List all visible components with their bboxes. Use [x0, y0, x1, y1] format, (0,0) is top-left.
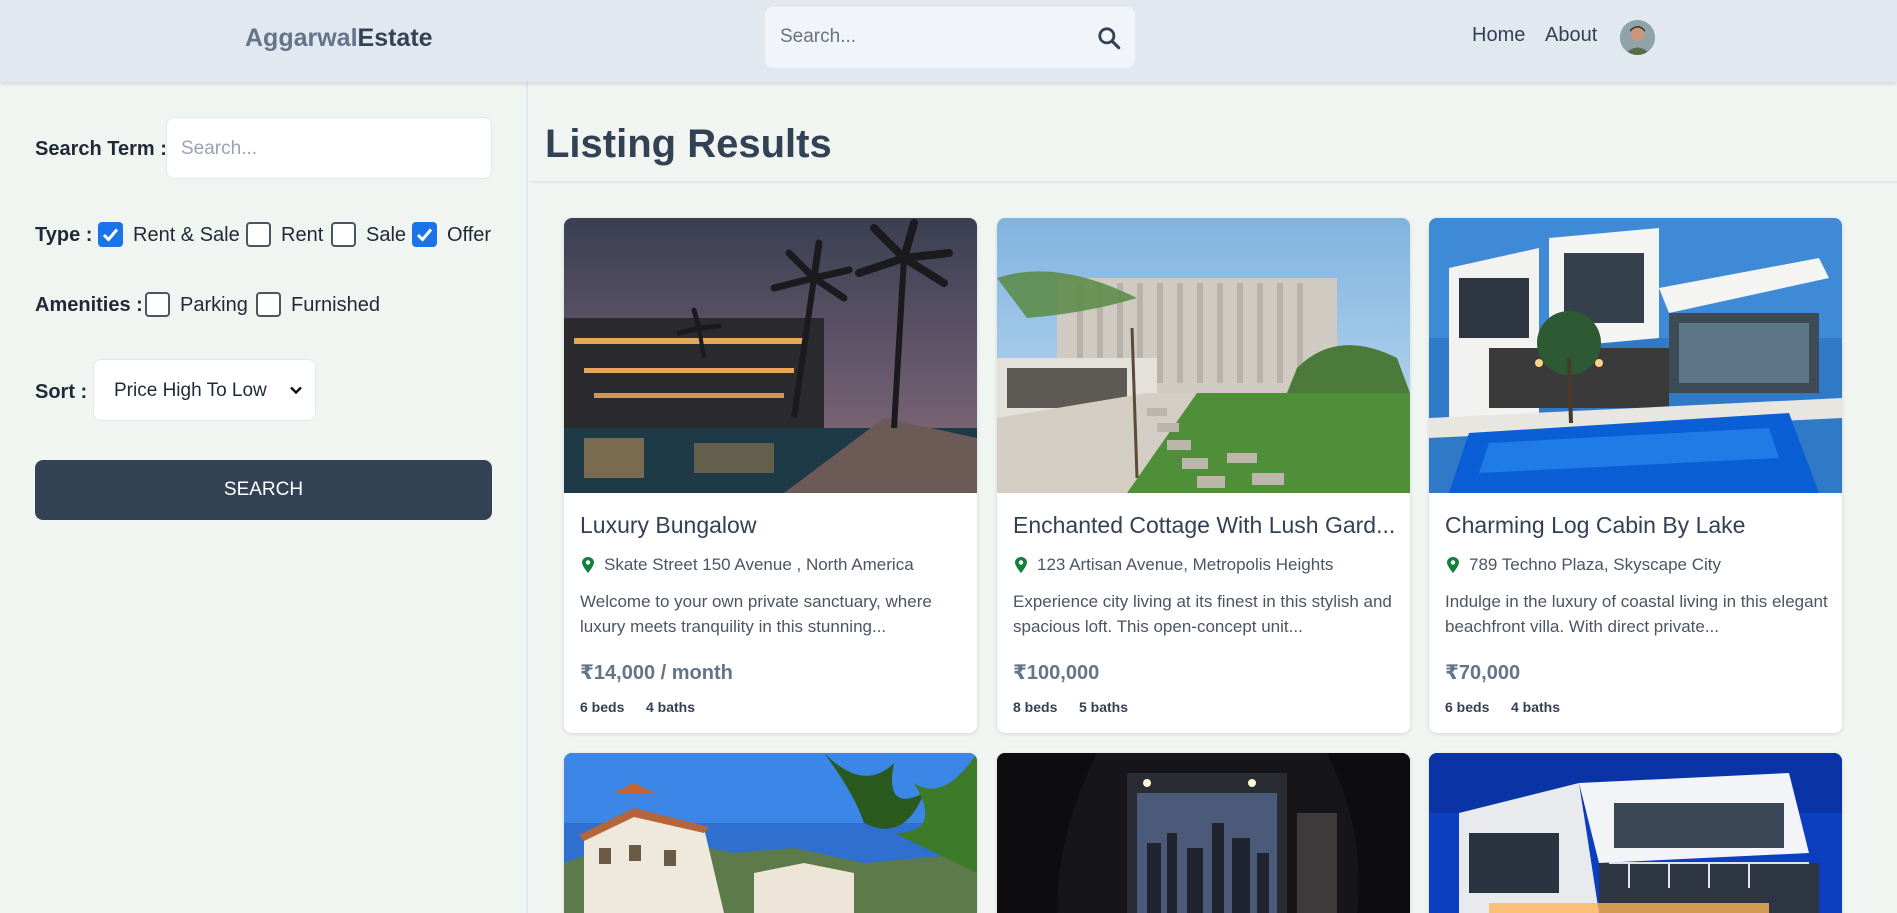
logo[interactable]: AggarwalEstate: [245, 24, 433, 53]
listing-image[interactable]: [564, 218, 977, 493]
header: AggarwalEstate Search... Home About: [0, 0, 1897, 82]
sort-select[interactable]: Price High To Low: [93, 359, 316, 421]
listing-beds: 8 beds: [1013, 699, 1058, 715]
listing-card[interactable]: [1429, 753, 1842, 913]
listing-price: ₹14,000 / month: [580, 662, 733, 684]
filter-sidebar: Search Term : Search... Type : Rent & Sa…: [0, 82, 528, 913]
location-pin-icon: [1447, 557, 1459, 573]
search-button[interactable]: SEARCH: [35, 460, 492, 520]
listing-card[interactable]: [997, 753, 1410, 913]
amenities-label: Amenities :: [35, 294, 143, 316]
offer-checkbox[interactable]: [412, 222, 437, 247]
offer-label: Offer: [447, 224, 492, 246]
type-label: Type :: [35, 224, 93, 246]
rent-and-sale-checkbox[interactable]: [98, 222, 123, 247]
logo-part1: Aggarwal: [245, 24, 358, 52]
listing-description: Welcome to your own private sanctuary, w…: [580, 592, 932, 636]
parking-checkbox[interactable]: [145, 292, 170, 317]
listing-image[interactable]: [997, 218, 1410, 493]
sale-label: Sale: [366, 224, 407, 246]
listing-beds: 6 beds: [1445, 699, 1490, 715]
listing-baths: 4 baths: [1511, 699, 1561, 715]
listing-baths: 5 baths: [1079, 699, 1129, 715]
rent-and-sale-label: Rent & Sale: [133, 224, 240, 246]
nav-about-link[interactable]: About: [1545, 24, 1597, 47]
listing-card[interactable]: [564, 753, 977, 913]
listing-card[interactable]: Enchanted Cottage With Lush Gard... 123 …: [997, 218, 1410, 733]
furnished-checkbox[interactable]: [256, 292, 281, 317]
page-title: Listing Results: [545, 122, 832, 166]
listing-address: Skate Street 150 Avenue , North America: [604, 555, 914, 574]
listing-baths: 4 baths: [646, 699, 696, 715]
listing-beds: 6 beds: [580, 699, 625, 715]
header-search-placeholder: Search...: [780, 26, 857, 47]
logo-part2: Estate: [357, 24, 433, 52]
chevron-down-icon: [290, 386, 302, 395]
furnished-label: Furnished: [291, 294, 380, 316]
title-divider: [530, 181, 1897, 183]
nav-home-link[interactable]: Home: [1472, 24, 1525, 47]
listing-address: 789 Techno Plaza, Skyscape City: [1469, 555, 1721, 574]
search-term-label: Search Term :: [35, 138, 167, 160]
parking-label: Parking: [180, 294, 248, 316]
listing-title: Luxury Bungalow: [580, 512, 757, 538]
listing-description: Indulge in the luxury of coastal living …: [1445, 592, 1828, 636]
sale-checkbox[interactable]: [331, 222, 356, 247]
search-term-input[interactable]: Search...: [166, 117, 492, 179]
listing-image[interactable]: [997, 753, 1410, 913]
listing-price: ₹100,000: [1013, 662, 1100, 684]
location-pin-icon: [582, 557, 594, 573]
search-term-placeholder: Search...: [181, 138, 258, 159]
listing-image[interactable]: [564, 753, 977, 913]
listing-image[interactable]: [1429, 753, 1842, 913]
listing-card[interactable]: Luxury Bungalow Skate Street 150 Avenue …: [564, 218, 977, 733]
listing-title: Enchanted Cottage With Lush Gard...: [1013, 512, 1396, 538]
listing-price: ₹70,000: [1445, 662, 1521, 684]
avatar[interactable]: [1620, 20, 1655, 55]
search-icon[interactable]: [1096, 25, 1122, 51]
sort-label: Sort :: [35, 381, 88, 403]
rent-checkbox[interactable]: [246, 222, 271, 247]
sort-value: Price High To Low: [114, 380, 267, 401]
listing-card[interactable]: Charming Log Cabin By Lake 789 Techno Pl…: [1429, 218, 1842, 733]
listing-address: 123 Artisan Avenue, Metropolis Heights: [1037, 555, 1334, 574]
header-search-input[interactable]: Search...: [765, 7, 1135, 68]
rent-label: Rent: [281, 224, 324, 246]
listing-title: Charming Log Cabin By Lake: [1445, 512, 1746, 538]
listing-description: Experience city living at its finest in …: [1013, 592, 1392, 636]
listing-image[interactable]: [1429, 218, 1842, 493]
location-pin-icon: [1015, 557, 1027, 573]
